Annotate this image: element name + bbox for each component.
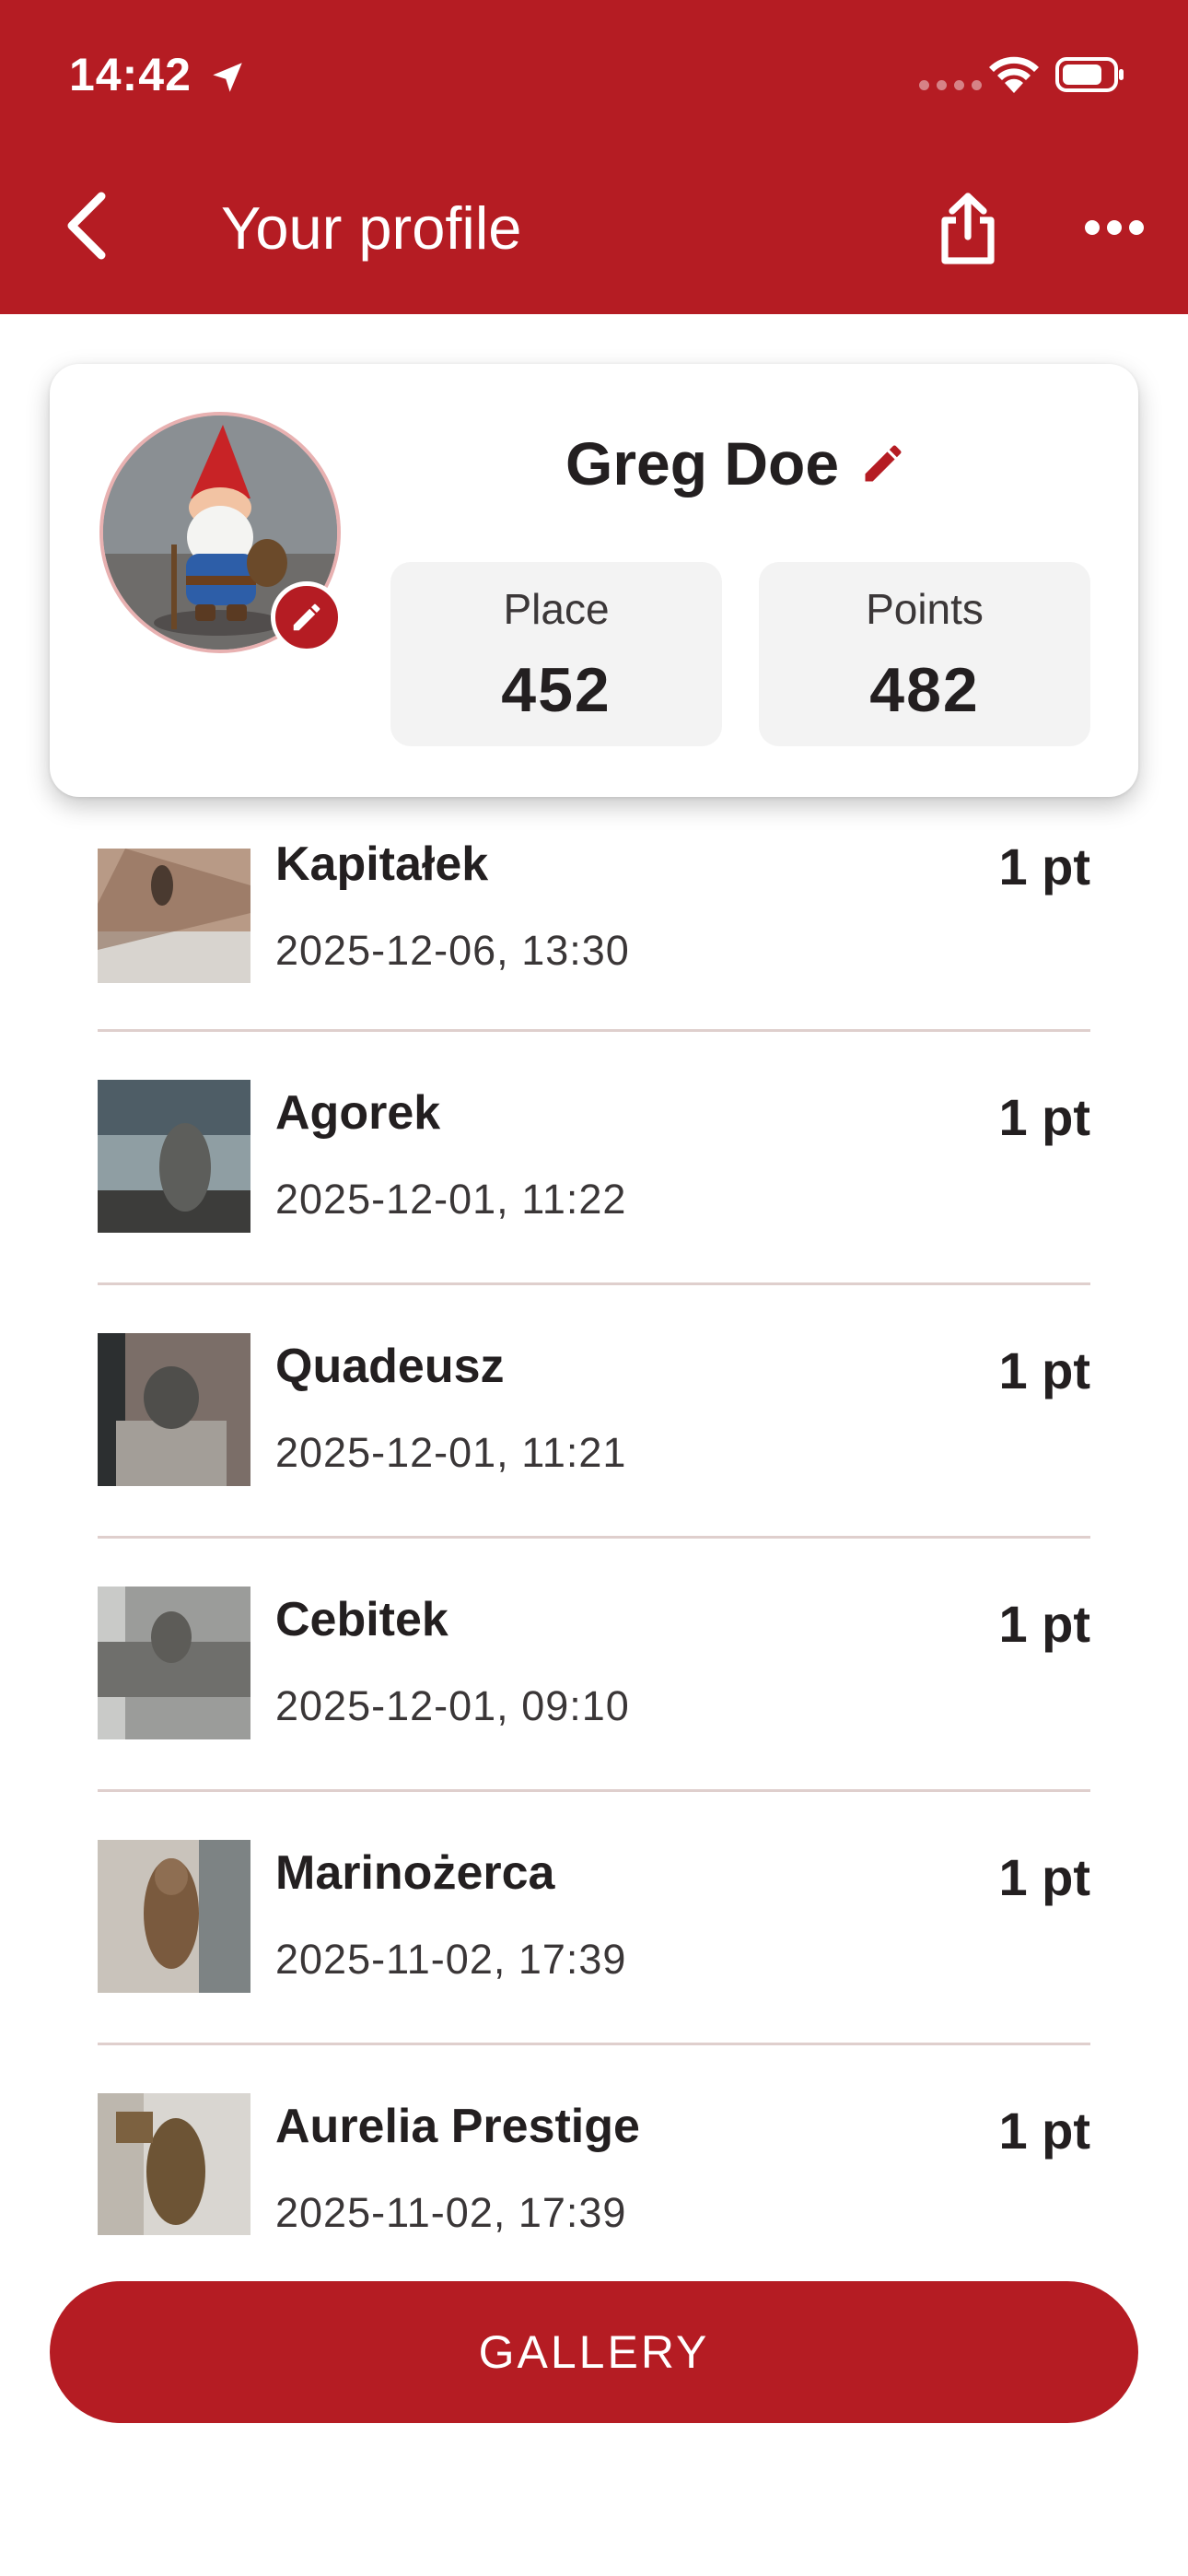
back-button[interactable] (57, 189, 112, 263)
points-value: 482 (869, 655, 980, 725)
visit-thumbnail (98, 1080, 250, 1233)
place-stat: Place 452 (390, 562, 722, 746)
visit-points: 1 pt (998, 2102, 1090, 2160)
visit-name: Marinożerca (275, 1846, 555, 1900)
visit-date: 2025-12-01, 11:21 (275, 1429, 627, 1476)
visit-name: Aurelia Prestige (275, 2100, 640, 2153)
list-item[interactable]: Cebitek 2025-12-01, 09:10 1 pt (98, 1539, 1090, 1792)
profile-name-row: Greg Doe (565, 428, 907, 498)
status-time: 14:42 (69, 49, 192, 100)
visit-name: Cebitek (275, 1593, 448, 1646)
list-item[interactable]: Aurelia Prestige 2025-11-02, 17:39 1 pt (98, 2045, 1090, 2235)
gallery-button[interactable]: GALLERY (50, 2281, 1138, 2423)
points-label: Points (866, 585, 984, 633)
visit-thumbnail (98, 2093, 250, 2235)
visit-name: Quadeusz (275, 1340, 505, 1393)
profile-card: Greg Doe Place 452 Points 482 (50, 364, 1138, 797)
edit-avatar-button[interactable] (271, 581, 343, 653)
visit-thumbnail (98, 1587, 250, 1739)
visit-date: 2025-12-06, 13:30 (275, 927, 630, 974)
list-item[interactable]: Quadeusz 2025-12-01, 11:21 1 pt (98, 1285, 1090, 1539)
visit-name: Agorek (275, 1086, 441, 1140)
app-header: 14:42 Your profile (0, 0, 1188, 314)
location-arrow-icon (213, 63, 242, 92)
visit-points: 1 pt (998, 1088, 1090, 1146)
visit-date: 2025-11-02, 17:39 (275, 2189, 627, 2235)
edit-name-button[interactable] (859, 439, 907, 487)
signal-icon (919, 80, 982, 90)
visit-points: 1 pt (998, 1595, 1090, 1653)
list-item[interactable]: Kapitałek 2025-12-06, 13:30 1 pt (98, 816, 1090, 1032)
points-stat: Points 482 (759, 562, 1090, 746)
place-label: Place (503, 585, 610, 633)
more-options-button[interactable] (1083, 214, 1146, 241)
pencil-icon (293, 603, 320, 631)
visit-thumbnail (98, 1840, 250, 1993)
share-button[interactable] (934, 191, 1002, 266)
visit-points: 1 pt (998, 1341, 1090, 1399)
visit-date: 2025-12-01, 09:10 (275, 1682, 630, 1729)
visit-thumbnail (98, 1333, 250, 1486)
visit-date: 2025-11-02, 17:39 (275, 1936, 627, 1983)
visit-date: 2025-12-01, 11:22 (275, 1176, 627, 1223)
profile-name: Greg Doe (565, 429, 840, 498)
battery-icon (1055, 57, 1124, 92)
visit-name: Kapitałek (275, 837, 489, 891)
list-item[interactable]: Marinożerca 2025-11-02, 17:39 1 pt (98, 1792, 1090, 2045)
list-item[interactable]: Agorek 2025-12-01, 11:22 1 pt (98, 1032, 1090, 1285)
page-title: Your profile (221, 194, 522, 262)
place-value: 452 (501, 655, 611, 725)
visit-points: 1 pt (998, 837, 1090, 896)
visits-list[interactable]: Kapitałek 2025-12-06, 13:30 1 pt Agorek … (98, 816, 1090, 2235)
wifi-icon (989, 56, 1039, 93)
visit-thumbnail (98, 849, 250, 983)
visit-points: 1 pt (998, 1848, 1090, 1906)
